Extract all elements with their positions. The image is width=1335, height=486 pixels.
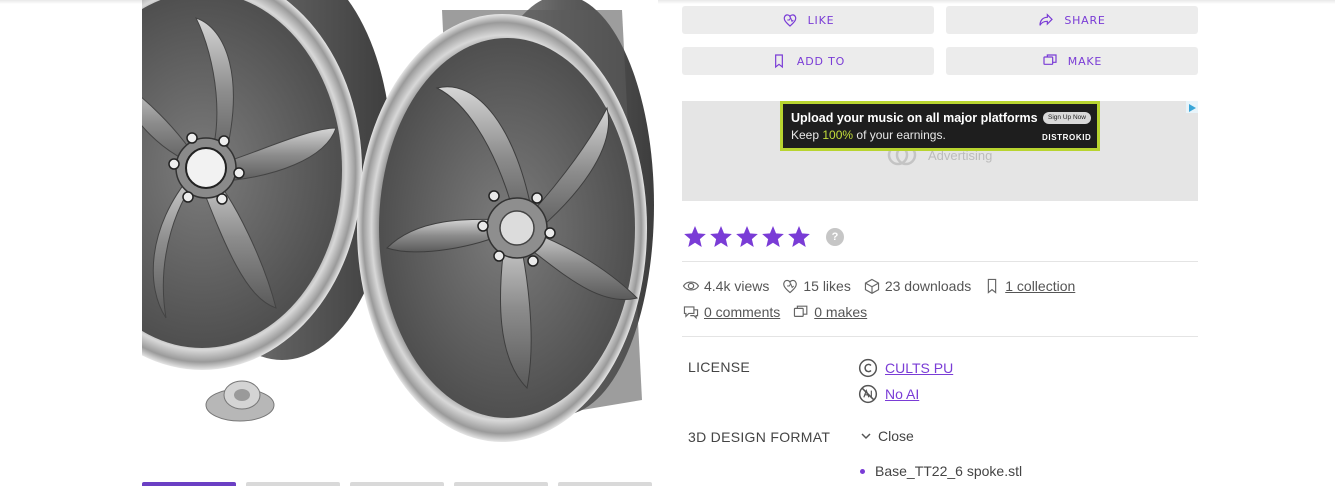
file-list-item: Base_TT22_6 spoke.stl xyxy=(860,463,1022,479)
copyright-icon xyxy=(858,358,878,378)
chevron-down-icon xyxy=(861,433,871,440)
stats: 4.4k views 15 likes 23 downloads 1 colle… xyxy=(682,276,1087,328)
make-button[interactable]: MAKE xyxy=(946,47,1198,75)
collections-stat[interactable]: 1 collection xyxy=(983,278,1075,294)
help-icon[interactable]: ? xyxy=(826,228,844,246)
thumbnail-3[interactable] xyxy=(350,482,444,486)
heart-icon xyxy=(783,14,796,27)
cube-icon xyxy=(864,278,879,294)
downloads-stat: 23 downloads xyxy=(863,278,971,294)
share-label: SHARE xyxy=(1064,13,1106,27)
advertising-block: Advertising Upload your music on all maj… xyxy=(682,101,1198,201)
add-to-button[interactable]: ADD TO xyxy=(682,47,934,75)
ad-subline: Keep 100% of your earnings. xyxy=(791,128,946,142)
no-ai-link[interactable]: No AI xyxy=(885,386,919,402)
file-name: Base_TT22_6 spoke.stl xyxy=(875,463,1023,479)
bookmark-icon xyxy=(774,54,783,69)
make-label: MAKE xyxy=(1067,54,1103,68)
no-ai-item[interactable]: No AI xyxy=(858,384,919,404)
ad-cta-button[interactable]: Sign Up Now xyxy=(1043,112,1091,124)
star-rating[interactable] xyxy=(682,224,812,250)
make-icon xyxy=(1043,54,1057,65)
star-icon[interactable] xyxy=(760,224,786,250)
bookmark-icon xyxy=(988,278,997,294)
add-to-label: ADD TO xyxy=(796,54,846,68)
like-label: LIKE xyxy=(807,13,835,27)
ad-headline: Upload your music on all major platforms xyxy=(791,111,1038,125)
divider xyxy=(682,261,1198,262)
license-link[interactable]: CULTS PU xyxy=(885,360,953,376)
like-button[interactable]: LIKE xyxy=(682,6,934,34)
make-icon xyxy=(794,305,808,317)
license-item[interactable]: CULTS PU xyxy=(858,358,953,378)
likes-stat: 15 likes xyxy=(781,278,851,294)
gallery-thumbnails xyxy=(142,482,658,486)
heart-icon xyxy=(783,279,798,294)
eye-icon xyxy=(682,281,700,291)
thumbnail-5[interactable] xyxy=(558,482,652,486)
comment-icon xyxy=(683,306,699,320)
comments-stat[interactable]: 0 comments xyxy=(682,304,780,320)
format-toggle-label: Close xyxy=(878,428,914,444)
comments-link[interactable]: 0 comments xyxy=(704,304,780,320)
star-icon[interactable] xyxy=(682,224,708,250)
thumbnail-1[interactable] xyxy=(142,482,236,486)
format-toggle[interactable]: Close xyxy=(858,428,914,444)
bullet-icon xyxy=(860,468,865,474)
share-button[interactable]: SHARE xyxy=(946,6,1198,34)
collections-link[interactable]: 1 collection xyxy=(1005,278,1075,294)
makes-stat[interactable]: 0 makes xyxy=(792,304,867,320)
ad-brand: DISTROKID xyxy=(1042,133,1092,142)
thumbnail-4[interactable] xyxy=(454,482,548,486)
star-icon[interactable] xyxy=(734,224,760,250)
license-label: LICENSE xyxy=(688,359,751,375)
star-icon[interactable] xyxy=(786,224,812,250)
no-ai-icon xyxy=(858,384,878,404)
views-stat: 4.4k views xyxy=(682,278,769,294)
format-label: 3D DESIGN FORMAT xyxy=(688,429,831,445)
divider xyxy=(682,336,1198,337)
makes-link[interactable]: 0 makes xyxy=(814,304,867,320)
thumbnail-2[interactable] xyxy=(246,482,340,486)
share-icon xyxy=(1039,13,1054,26)
product-image[interactable] xyxy=(142,0,658,470)
rating[interactable]: ? xyxy=(682,224,844,250)
adchoices-icon[interactable] xyxy=(1186,101,1198,113)
star-icon[interactable] xyxy=(708,224,734,250)
ad-banner[interactable]: Upload your music on all major platforms… xyxy=(780,101,1100,151)
